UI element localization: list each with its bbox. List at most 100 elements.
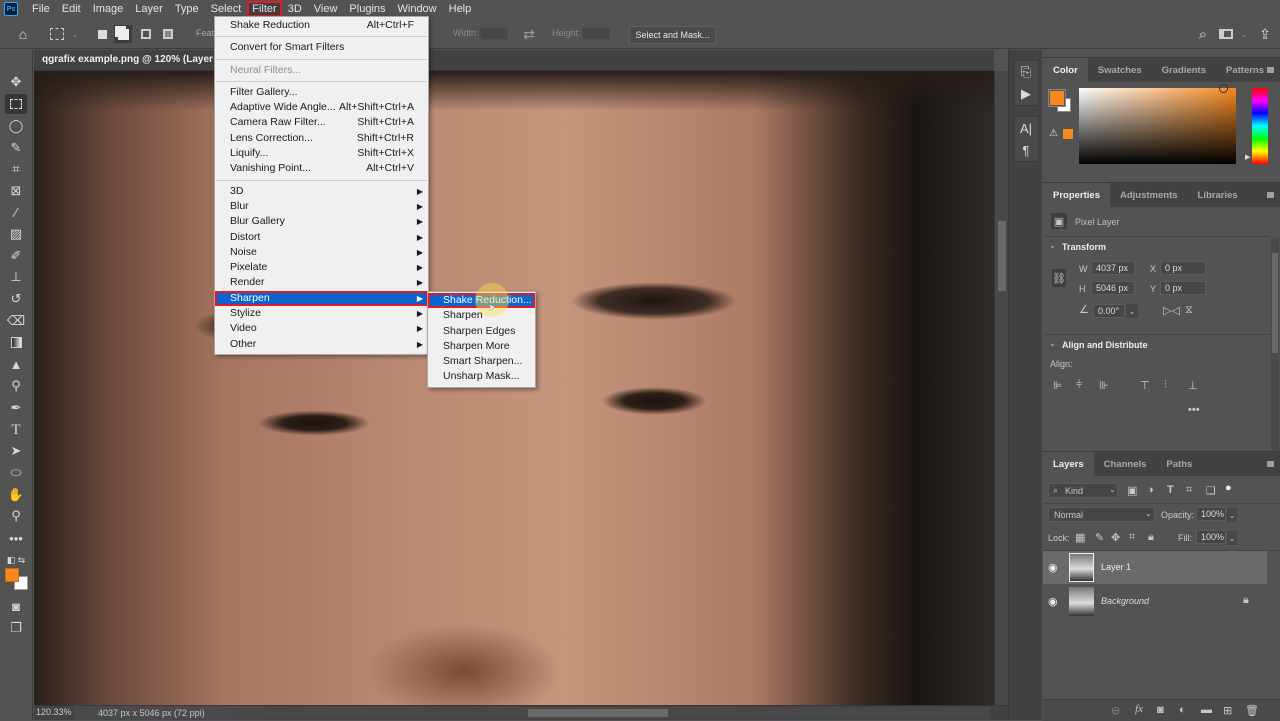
menu-type[interactable]: Type xyxy=(169,1,205,17)
tab-layers[interactable]: Layers xyxy=(1043,452,1094,476)
zoom-level[interactable]: 120.33% xyxy=(36,707,72,717)
eraser-tool-icon[interactable]: ⌫ xyxy=(5,311,27,331)
new-group-icon[interactable]: ▬ xyxy=(1201,704,1212,716)
align-bottom-icon[interactable]: ⊥ xyxy=(1188,379,1198,392)
visibility-eye-icon[interactable]: ◉ xyxy=(1048,595,1058,608)
menu-item-adaptive-wide-angle[interactable]: Adaptive Wide Angle... Alt+Shift+Ctrl+A xyxy=(215,100,428,115)
color-picker-cursor[interactable] xyxy=(1219,84,1228,93)
opacity-field[interactable] xyxy=(1196,507,1226,521)
zoom-tool-icon[interactable]: ⚲ xyxy=(5,506,27,526)
lock-position-icon[interactable]: ✥ xyxy=(1111,531,1120,544)
menu-window[interactable]: Window xyxy=(392,1,443,17)
align-left-icon[interactable]: ⊫ xyxy=(1053,379,1063,392)
align-horizontal-center-icon[interactable]: ⫩ xyxy=(1076,379,1082,392)
menu-layer[interactable]: Layer xyxy=(129,1,169,17)
horizontal-scrollbar[interactable] xyxy=(232,707,990,719)
workspace-icon[interactable] xyxy=(1217,25,1235,43)
width-field[interactable] xyxy=(1091,261,1135,275)
flip-horizontal-icon[interactable]: ▷◁ xyxy=(1163,304,1180,317)
gamut-color-chip[interactable] xyxy=(1063,129,1073,139)
align-top-icon[interactable]: ⊤ xyxy=(1140,379,1150,392)
fx-icon[interactable]: fx xyxy=(1135,703,1143,715)
angle-field[interactable] xyxy=(1093,304,1125,318)
crop-tool-icon[interactable]: ⌗ xyxy=(5,159,27,179)
move-tool-icon[interactable]: ✥ xyxy=(5,72,27,92)
tab-libraries[interactable]: Libraries xyxy=(1188,183,1248,207)
menu-item-video[interactable]: Video ▶ xyxy=(215,321,428,336)
screen-mode-icon[interactable]: ❐ xyxy=(5,618,27,638)
menu-item-render[interactable]: Render ▶ xyxy=(215,275,428,290)
filter-smart-object-icon[interactable]: ❏ xyxy=(1206,484,1216,497)
menu-image[interactable]: Image xyxy=(87,1,130,17)
panel-menu-icon[interactable] xyxy=(1267,192,1274,198)
menu-help[interactable]: Help xyxy=(443,1,478,17)
eyedropper-tool-icon[interactable]: ⁄ xyxy=(5,202,27,222)
visibility-eye-icon[interactable]: ◉ xyxy=(1048,561,1058,574)
color-field[interactable] xyxy=(1079,84,1236,164)
y-field[interactable] xyxy=(1160,281,1206,295)
hand-tool-icon[interactable]: ✋ xyxy=(5,485,27,505)
align-collapse-icon[interactable]: ⌄ xyxy=(1049,339,1056,348)
lock-artboard-icon[interactable]: ⌗ xyxy=(1129,531,1135,544)
paragraph-icon[interactable]: ¶ xyxy=(1014,139,1038,161)
vertical-scroll-thumb[interactable] xyxy=(998,221,1006,291)
type-tool-icon[interactable]: T xyxy=(5,420,27,440)
menu-item-lens-correction[interactable]: Lens Correction... Shift+Ctrl+R xyxy=(215,131,428,146)
add-to-selection-icon[interactable] xyxy=(114,25,132,43)
filter-shape-icon[interactable]: ⌗ xyxy=(1186,484,1192,497)
image-canvas[interactable] xyxy=(34,71,994,705)
filter-adjustment-icon[interactable]: ◑ xyxy=(1147,484,1154,496)
search-icon[interactable]: ⌕ xyxy=(1194,25,1212,43)
swap-icon[interactable]: ⇄ xyxy=(520,25,538,43)
menu-item-filter-gallery[interactable]: Filter Gallery... xyxy=(215,85,428,100)
menu-item-convert-for-smart-filters[interactable]: Convert for Smart Filters xyxy=(215,40,428,55)
chevron-down-icon[interactable]: ⌄ xyxy=(66,25,84,43)
new-layer-icon[interactable]: ⊞ xyxy=(1223,704,1232,717)
menu-item-noise[interactable]: Noise ▶ xyxy=(215,245,428,260)
menu-item-unsharp-mask[interactable]: Unsharp Mask... xyxy=(428,369,535,384)
layer-name[interactable]: Background xyxy=(1101,596,1149,606)
clone-stamp-tool-icon[interactable]: ⊥ xyxy=(5,267,27,287)
menu-item-shake-reduction[interactable]: Shake Reduction Alt+Ctrl+F xyxy=(215,18,428,33)
tab-paths[interactable]: Paths xyxy=(1156,452,1202,476)
fill-field[interactable] xyxy=(1196,530,1226,544)
menu-view[interactable]: View xyxy=(308,1,344,17)
properties-scrollbar[interactable] xyxy=(1271,237,1279,451)
brush-tool-icon[interactable]: ✐ xyxy=(5,246,27,266)
path-selection-tool-icon[interactable]: ➤ xyxy=(5,441,27,461)
lock-image-pixels-icon[interactable]: ✎ xyxy=(1095,531,1104,544)
lasso-tool-icon[interactable]: ◯ xyxy=(5,116,27,136)
menu-plugins[interactable]: Plugins xyxy=(343,1,391,17)
menu-3d[interactable]: 3D xyxy=(282,1,308,17)
menu-item-sharpen[interactable]: Sharpen ▶ xyxy=(215,290,428,307)
panel-menu-icon[interactable] xyxy=(1267,67,1274,73)
lock-transparent-pixels-icon[interactable]: ▦ xyxy=(1075,531,1085,544)
menu-file[interactable]: File xyxy=(26,1,56,17)
menu-filter[interactable]: Filter xyxy=(247,1,282,17)
link-dimensions-icon[interactable]: ⛓ xyxy=(1052,269,1066,287)
quick-mask-icon[interactable]: ◙ xyxy=(5,596,27,616)
tab-patterns[interactable]: Patterns xyxy=(1216,58,1274,82)
vertical-scrollbar[interactable] xyxy=(994,71,1008,705)
tab-channels[interactable]: Channels xyxy=(1094,452,1157,476)
layer-name[interactable]: Layer 1 xyxy=(1101,562,1131,572)
tab-properties[interactable]: Properties xyxy=(1043,183,1110,207)
menu-item-vanishing-point[interactable]: Vanishing Point... Alt+Ctrl+V xyxy=(215,161,428,176)
menu-item-distort[interactable]: Distort ▶ xyxy=(215,230,428,245)
marquee-tool-icon[interactable] xyxy=(5,94,27,114)
menu-item-sharpen-edges[interactable]: Sharpen Edges xyxy=(428,324,535,339)
ellipse-tool-icon[interactable]: ⬭ xyxy=(5,463,27,483)
transform-collapse-icon[interactable]: ⌄ xyxy=(1049,241,1056,250)
menu-item-other[interactable]: Other ▶ xyxy=(215,337,428,352)
height-input[interactable] xyxy=(582,27,610,40)
filter-toggle-icon[interactable]: ● xyxy=(1225,482,1232,494)
quick-selection-tool-icon[interactable]: ✎ xyxy=(5,138,27,158)
height-field[interactable] xyxy=(1091,281,1135,295)
add-mask-icon[interactable]: ◙ xyxy=(1157,704,1164,716)
filter-type-icon[interactable]: T xyxy=(1167,484,1174,496)
layer-filter-kind-select[interactable]: ⌕ Kind ⌄ xyxy=(1048,483,1118,498)
hue-slider-handle[interactable]: ▶ xyxy=(1245,153,1250,161)
tab-gradients[interactable]: Gradients xyxy=(1152,58,1216,82)
frame-tool-icon[interactable]: ⊠ xyxy=(5,181,27,201)
menu-select[interactable]: Select xyxy=(205,1,248,17)
